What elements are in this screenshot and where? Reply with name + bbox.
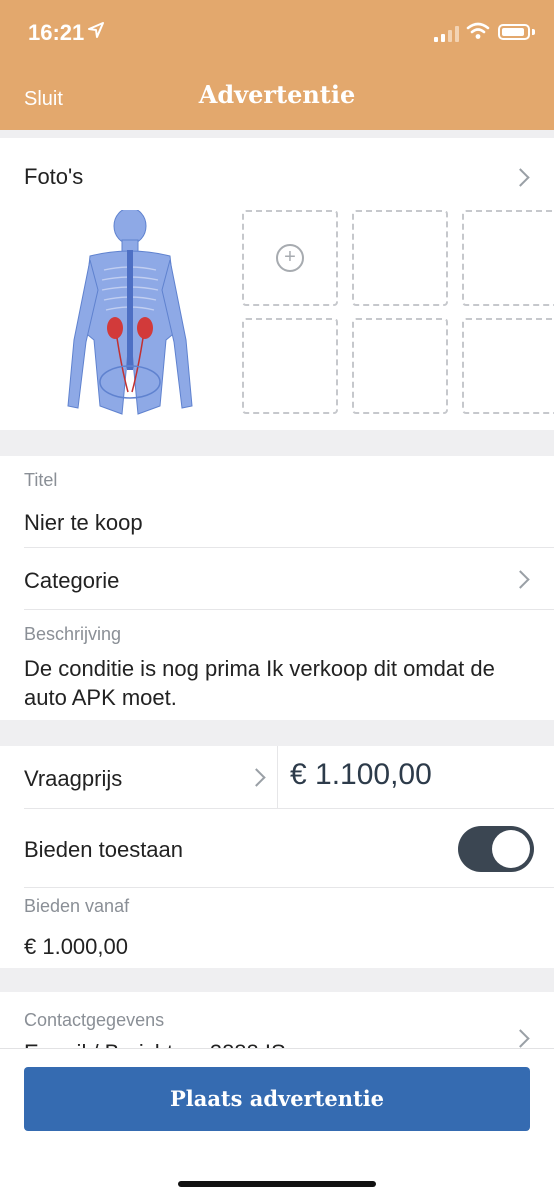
toggle-knob xyxy=(492,830,530,868)
contact-label: Contactgegevens xyxy=(24,1010,165,1030)
allow-bids-label: Bieden toestaan xyxy=(24,837,184,862)
contact-value[interactable]: E-mail / Berichten, 3888 IS xyxy=(24,1040,286,1048)
allow-bids-toggle[interactable] xyxy=(458,826,534,872)
vertical-divider xyxy=(277,746,278,808)
footer: Plaats advertentie xyxy=(0,1048,554,1201)
wifi-icon xyxy=(466,22,490,39)
photo-slot[interactable] xyxy=(462,318,554,414)
divider xyxy=(24,887,554,888)
contact-section[interactable]: Contactgegevens E-mail / Berichten, 3888… xyxy=(0,992,554,1048)
asking-price-input[interactable]: € 1.100,00 xyxy=(290,758,432,792)
status-bar: 16:21 xyxy=(0,0,554,62)
cellular-signal-icon xyxy=(434,26,459,42)
photo-slot[interactable] xyxy=(352,318,448,414)
page-title: Advertentie xyxy=(198,80,356,109)
location-arrow-icon xyxy=(88,22,104,38)
details-section: Titel Nier te koop Categorie Beschrijvin… xyxy=(0,456,554,720)
home-indicator xyxy=(178,1181,376,1187)
divider xyxy=(24,547,554,548)
bid-from-label: Bieden vanaf xyxy=(24,896,130,916)
add-photo-slot[interactable]: + xyxy=(242,210,338,306)
title-label: Titel xyxy=(24,470,58,490)
bid-from-input[interactable]: € 1.000,00 xyxy=(24,934,128,960)
photo-slot[interactable] xyxy=(352,210,448,306)
battery-icon xyxy=(498,24,530,40)
description-line[interactable]: auto APK moet. xyxy=(24,685,177,711)
photo-slot[interactable] xyxy=(242,318,338,414)
asking-price-chevron-right-icon[interactable] xyxy=(247,768,266,787)
photos-chevron-right-icon[interactable] xyxy=(511,168,530,187)
battery-tip xyxy=(532,29,535,35)
divider xyxy=(24,808,554,809)
category-chevron-right-icon[interactable] xyxy=(511,570,530,589)
title-field[interactable]: Nier te koop xyxy=(24,510,143,536)
price-section: Vraagprijs € 1.100,00 Bieden toestaan Bi… xyxy=(0,746,554,968)
photo-slot[interactable] xyxy=(462,210,554,306)
description-line[interactable]: De conditie is nog prima Ik verkoop dit … xyxy=(24,656,495,682)
status-time: 16:21 xyxy=(28,20,85,45)
photo-thumbnail[interactable] xyxy=(60,210,200,416)
add-photo-icon: + xyxy=(276,244,304,272)
photos-section: Foto's + xyxy=(0,138,554,430)
photos-label[interactable]: Foto's xyxy=(24,164,83,190)
asking-price-label[interactable]: Vraagprijs xyxy=(24,766,122,792)
description-label: Beschrijving xyxy=(24,624,122,644)
place-ad-button[interactable]: Plaats advertentie xyxy=(24,1067,530,1131)
divider xyxy=(24,609,554,610)
contact-chevron-right-icon[interactable] xyxy=(511,1029,530,1048)
category-selector[interactable]: Categorie xyxy=(24,568,119,594)
navigation-bar: Sluit Advertentie xyxy=(0,62,554,130)
